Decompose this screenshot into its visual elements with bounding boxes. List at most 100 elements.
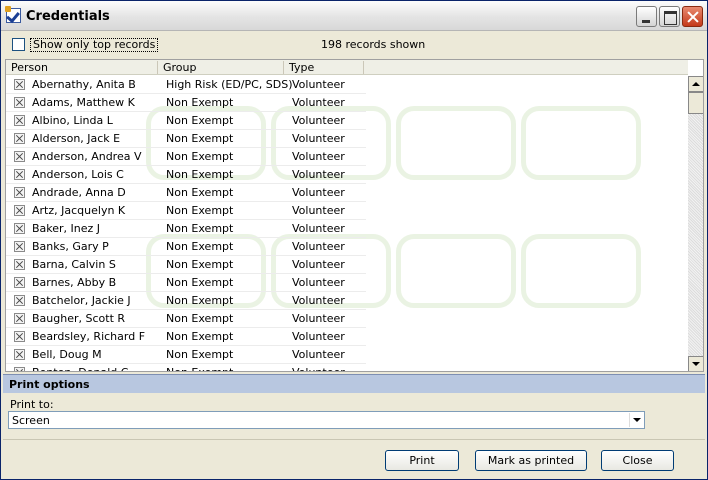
group-cell: Non Exempt (166, 96, 234, 109)
credentials-window: Credentials Show only top records 198 re… (0, 0, 708, 480)
type-cell: Volunteer (292, 276, 345, 289)
person-cell: Barna, Calvin S (32, 258, 116, 271)
type-cell: Volunteer (292, 114, 345, 127)
type-cell: Volunteer (292, 348, 345, 361)
button-bar: Print Mark as printed Close (3, 439, 705, 479)
person-cell: Benton, Donald C (32, 366, 128, 371)
type-cell: Volunteer (292, 150, 345, 163)
person-cell: Artz, Jacquelyn K (32, 204, 126, 217)
type-cell: Volunteer (292, 168, 345, 181)
window-title: Credentials (26, 9, 110, 24)
person-cell: Alderson, Jack E (32, 132, 121, 145)
table-row[interactable]: Albino, Linda L Non Exempt Volunteer (6, 112, 366, 130)
table-row[interactable]: Baker, Inez J Non Exempt Volunteer (6, 220, 366, 238)
row-select-checkbox[interactable] (14, 205, 25, 216)
credential-badge-watermark (396, 106, 516, 180)
person-cell: Banks, Gary P (32, 240, 109, 253)
grid-header: Person Group Type (6, 60, 688, 75)
group-cell: Non Exempt (166, 348, 234, 361)
row-select-checkbox[interactable] (14, 349, 25, 360)
credentials-app-icon (5, 6, 21, 23)
group-cell: Non Exempt (166, 312, 234, 325)
grid-rows: Abernathy, Anita B High Risk (ED/PC, SDS)… (6, 76, 688, 371)
row-select-checkbox[interactable] (14, 169, 25, 180)
person-cell: Adams, Matthew K (32, 96, 135, 109)
row-select-checkbox[interactable] (14, 133, 25, 144)
close-button[interactable]: Close (601, 450, 674, 471)
table-row[interactable]: Batchelor, Jackie J Non Exempt Volunteer (6, 292, 366, 310)
scroll-down-button[interactable] (688, 356, 703, 371)
person-cell: Anderson, Andrea V (32, 150, 142, 163)
show-top-records-label[interactable]: Show only top records (30, 38, 159, 52)
table-row[interactable]: Baugher, Scott R Non Exempt Volunteer (6, 310, 366, 328)
person-cell: Baker, Inez J (32, 222, 101, 235)
mark-as-printed-button[interactable]: Mark as printed (475, 450, 587, 471)
row-select-checkbox[interactable] (14, 295, 25, 306)
table-row[interactable]: Adams, Matthew K Non Exempt Volunteer (6, 94, 366, 112)
group-cell: Non Exempt (166, 294, 234, 307)
vertical-scrollbar[interactable] (688, 76, 703, 371)
row-select-checkbox[interactable] (14, 97, 25, 108)
group-cell: Non Exempt (166, 330, 234, 343)
row-select-checkbox[interactable] (14, 151, 25, 162)
row-select-checkbox[interactable] (14, 241, 25, 252)
print-button[interactable]: Print (385, 450, 459, 471)
close-window-button[interactable] (682, 6, 703, 27)
group-cell: Non Exempt (166, 204, 234, 217)
person-cell: Bell, Doug M (32, 348, 102, 361)
table-row[interactable]: Banks, Gary P Non Exempt Volunteer (6, 238, 366, 256)
type-cell: Volunteer (292, 366, 345, 371)
person-cell: Beardsley, Richard F (32, 330, 146, 343)
credential-badge-watermark (521, 106, 641, 180)
table-row[interactable]: Bell, Doug M Non Exempt Volunteer (6, 346, 366, 364)
row-select-checkbox[interactable] (14, 223, 25, 234)
group-cell: Non Exempt (166, 150, 234, 163)
row-select-checkbox[interactable] (14, 115, 25, 126)
table-row[interactable]: Abernathy, Anita B High Risk (ED/PC, SDS)… (6, 76, 366, 94)
group-cell: Non Exempt (166, 186, 234, 199)
group-cell: Non Exempt (166, 168, 234, 181)
person-cell: Anderson, Lois C (32, 168, 124, 181)
person-cell: Andrade, Anna D (32, 186, 126, 199)
row-select-checkbox[interactable] (14, 187, 25, 198)
group-cell: Non Exempt (166, 114, 234, 127)
table-row[interactable]: Anderson, Andrea V Non Exempt Volunteer (6, 148, 366, 166)
row-select-checkbox[interactable] (14, 259, 25, 270)
person-cell: Barnes, Abby B (32, 276, 117, 289)
group-cell: Non Exempt (166, 132, 234, 145)
table-row[interactable]: Barnes, Abby B Non Exempt Volunteer (6, 274, 366, 292)
dropdown-arrow-icon[interactable] (629, 413, 643, 427)
table-row[interactable]: Alderson, Jack E Non Exempt Volunteer (6, 130, 366, 148)
scroll-thumb[interactable] (688, 92, 703, 114)
row-select-checkbox[interactable] (14, 277, 25, 288)
minimize-button[interactable] (636, 6, 657, 27)
column-header-person[interactable]: Person (6, 61, 158, 74)
group-cell: Non Exempt (166, 222, 234, 235)
type-cell: Volunteer (292, 258, 345, 271)
table-row[interactable]: Artz, Jacquelyn K Non Exempt Volunteer (6, 202, 366, 220)
group-cell: Non Exempt (166, 240, 234, 253)
print-to-label: Print to: (10, 398, 54, 411)
type-cell: Volunteer (292, 78, 345, 91)
title-bar[interactable]: Credentials (1, 1, 707, 31)
print-options-header: Print options (3, 374, 705, 393)
print-to-select[interactable]: Screen (8, 411, 645, 429)
scroll-up-button[interactable] (688, 76, 703, 92)
table-row[interactable]: Anderson, Lois C Non Exempt Volunteer (6, 166, 366, 184)
column-header-type[interactable]: Type (284, 61, 364, 74)
table-row[interactable]: Beardsley, Richard F Non Exempt Volunteer (6, 328, 366, 346)
row-select-checkbox[interactable] (14, 79, 25, 90)
table-row[interactable]: Andrade, Anna D Non Exempt Volunteer (6, 184, 366, 202)
table-row[interactable]: Benton, Donald C Non Exempt Volunteer (6, 364, 366, 371)
show-top-records-checkbox[interactable] (12, 38, 25, 51)
column-header-group[interactable]: Group (158, 61, 284, 74)
group-cell: Non Exempt (166, 276, 234, 289)
row-select-checkbox[interactable] (14, 367, 25, 371)
filter-bar: Show only top records 198 records shown (3, 32, 705, 59)
table-row[interactable]: Barna, Calvin S Non Exempt Volunteer (6, 256, 366, 274)
row-select-checkbox[interactable] (14, 331, 25, 342)
row-select-checkbox[interactable] (14, 313, 25, 324)
maximize-button[interactable] (659, 6, 680, 27)
group-cell: High Risk (ED/PC, SDS) (166, 78, 293, 91)
credential-badge-watermark (396, 234, 516, 308)
